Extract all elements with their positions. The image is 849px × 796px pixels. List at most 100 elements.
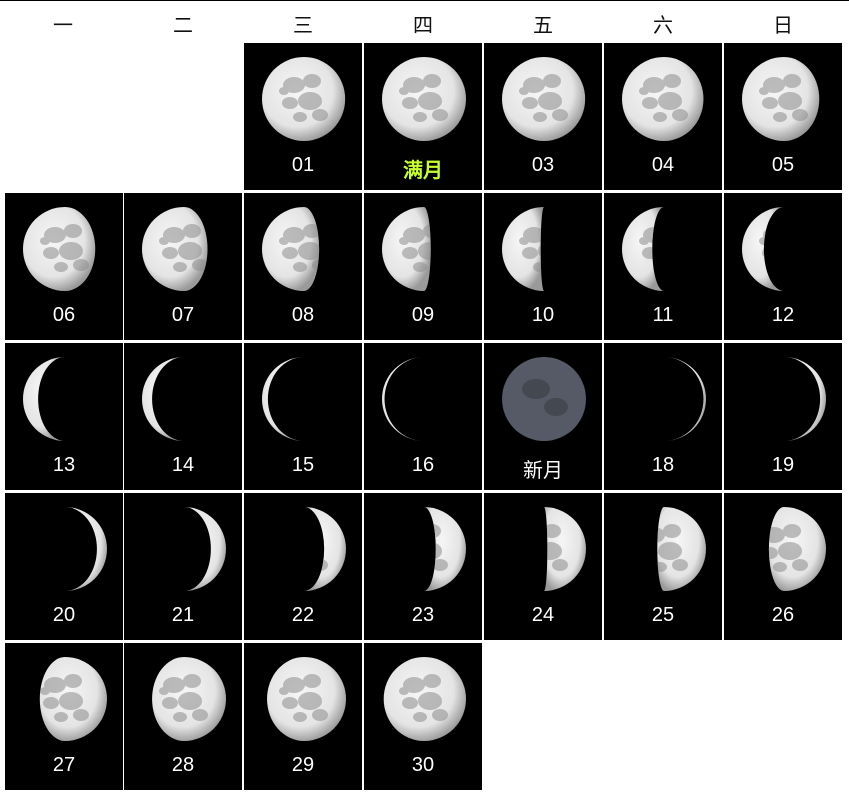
moon-phase-icon — [502, 357, 586, 441]
day-label: 01 — [291, 154, 315, 176]
day-cell: 28 — [124, 643, 242, 790]
day-cell: 05 — [724, 43, 842, 190]
moon-phase-icon — [65, 507, 107, 591]
moon-phase-icon — [382, 57, 466, 141]
moon-lit-area — [784, 357, 826, 441]
day-label: 22 — [291, 604, 315, 626]
day-cell: 22 — [244, 493, 362, 640]
moon-phase-icon — [622, 207, 664, 291]
day-label: 23 — [411, 604, 435, 626]
moon-phase-icon — [142, 207, 208, 291]
moon-phase-icon — [262, 57, 346, 141]
moon-phase-icon — [664, 357, 706, 441]
new-moon-disc — [502, 357, 586, 441]
moon-phase-icon — [152, 657, 226, 741]
day-label: 26 — [771, 604, 795, 626]
day-label: 19 — [771, 454, 795, 476]
moon-lit-area — [382, 357, 424, 441]
moon-phase-icon — [784, 357, 826, 441]
day-cell: 09 — [364, 193, 482, 340]
day-cell: 01 — [244, 43, 362, 190]
day-label: 24 — [531, 604, 555, 626]
day-cell: 16 — [364, 343, 482, 490]
day-cell: 新月 — [484, 343, 602, 490]
day-cell: 23 — [364, 493, 482, 640]
day-cell: 06 — [5, 193, 123, 340]
day-cell: 10 — [484, 193, 602, 340]
day-label: 05 — [771, 154, 795, 176]
day-label: 27 — [52, 754, 76, 776]
day-label: 29 — [291, 754, 315, 776]
day-label: 新月 — [523, 460, 563, 482]
day-cell: 03 — [484, 43, 602, 190]
moon-phase-icon — [502, 207, 544, 291]
moon-phase-icon — [23, 207, 96, 291]
day-label: 13 — [52, 454, 76, 476]
moon-phase-icon — [382, 357, 424, 441]
moon-phase-icon — [142, 357, 184, 441]
day-label: 06 — [52, 304, 76, 326]
day-cell: 29 — [244, 643, 362, 790]
moon-lit-area — [424, 507, 466, 591]
moon-lit-area — [742, 207, 784, 291]
moon-phase-icon — [267, 657, 346, 741]
day-label: 25 — [651, 604, 675, 626]
moon-phase-icon — [184, 507, 226, 591]
day-label: 04 — [651, 154, 675, 176]
day-label: 11 — [652, 304, 674, 326]
day-label: 21 — [171, 604, 195, 626]
moon-phase-icon — [742, 57, 820, 141]
moon-phase-icon — [383, 657, 466, 741]
day-label: 12 — [771, 304, 795, 326]
moon-phase-icon — [502, 57, 586, 141]
day-cell: 11 — [604, 193, 722, 340]
day-label: 28 — [171, 754, 195, 776]
day-cell: 24 — [484, 493, 602, 640]
moon-lit-area — [142, 357, 184, 441]
day-cell: 满月 — [364, 43, 482, 190]
day-label: 20 — [52, 604, 76, 626]
day-label: 满月 — [403, 160, 443, 182]
moon-phase-icon — [262, 357, 304, 441]
moon-lit-area — [262, 357, 304, 441]
moon-lit-area — [23, 357, 65, 441]
moon-lit-area — [23, 207, 96, 291]
moon-lit-area — [184, 507, 226, 591]
day-cell: 07 — [124, 193, 242, 340]
day-label: 03 — [531, 154, 555, 176]
moon-phase-icon — [382, 207, 431, 291]
day-label: 08 — [291, 304, 315, 326]
moon-lit-area — [65, 507, 107, 591]
moon-phase-icon — [424, 507, 466, 591]
day-cell: 26 — [724, 493, 842, 640]
day-cell: 30 — [364, 643, 482, 790]
moon-phase-icon — [39, 657, 107, 741]
moon-phase-icon — [304, 507, 346, 591]
day-label: 15 — [291, 454, 315, 476]
moon-lit-area — [664, 357, 706, 441]
moon-calendar-grid: 01 满月 03 04 05 06 07 08 09 10 11 12 13 14 15 16 新月 18 19 20… — [0, 0, 849, 796]
day-cell: 25 — [604, 493, 722, 640]
day-cell: 14 — [124, 343, 242, 490]
moon-phase-icon — [657, 507, 706, 591]
moon-phase-icon — [544, 507, 586, 591]
day-label: 16 — [411, 454, 435, 476]
moon-lit-area — [304, 507, 346, 591]
day-cell: 27 — [5, 643, 123, 790]
day-cell: 08 — [244, 193, 362, 340]
day-cell: 12 — [724, 193, 842, 340]
day-cell: 21 — [124, 493, 242, 640]
day-cell: 18 — [604, 343, 722, 490]
day-label: 07 — [171, 304, 195, 326]
day-label: 30 — [411, 754, 435, 776]
moon-lit-area — [622, 207, 664, 291]
day-cell: 13 — [5, 343, 123, 490]
moon-phase-icon — [23, 357, 65, 441]
moon-phase-icon — [768, 507, 826, 591]
day-cell: 04 — [604, 43, 722, 190]
day-label: 09 — [411, 304, 435, 326]
day-cell: 15 — [244, 343, 362, 490]
moon-phase-icon — [622, 57, 704, 141]
day-label: 18 — [651, 454, 675, 476]
moon-lit-area — [502, 207, 544, 291]
